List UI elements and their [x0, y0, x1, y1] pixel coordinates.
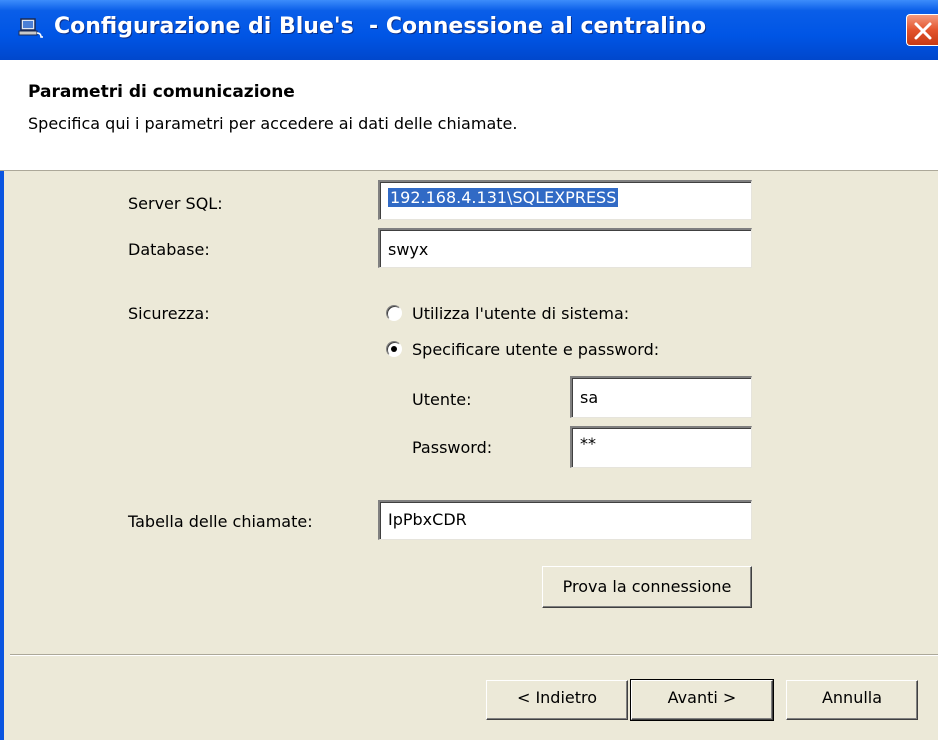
title-bar[interactable]: Configurazione di Blue's - Connessione a… — [0, 0, 938, 60]
cancel-button[interactable]: Annulla — [786, 680, 918, 720]
server-sql-label: Server SQL: — [128, 194, 223, 213]
test-connection-button[interactable]: Prova la connessione — [542, 566, 752, 608]
table-input[interactable]: IpPbxCDR — [378, 500, 752, 540]
database-label: Database: — [128, 240, 210, 259]
page-subtitle: Specifica qui i parametri per accedere a… — [28, 114, 518, 133]
footer-separator — [10, 654, 938, 656]
page-title: Parametri di comunicazione — [28, 82, 295, 102]
close-icon — [914, 22, 932, 40]
window-title: Configurazione di Blue's - Connessione a… — [54, 14, 707, 39]
next-button[interactable]: Avanti > — [630, 679, 774, 721]
radio-system-user[interactable] — [386, 305, 402, 321]
computer-icon — [18, 18, 44, 40]
database-input[interactable]: swyx — [378, 228, 752, 268]
radio-system-user-label[interactable]: Utilizza l'utente di sistema: — [412, 304, 629, 323]
radio-custom-user-label[interactable]: Specificare utente e password: — [412, 340, 659, 359]
user-input[interactable]: sa — [570, 376, 752, 418]
server-sql-input[interactable]: 192.168.4.131\SQLEXPRESS — [378, 180, 752, 220]
user-label: Utente: — [412, 390, 472, 409]
password-input[interactable]: ** — [570, 426, 752, 468]
password-label: Password: — [412, 438, 493, 457]
table-label: Tabella delle chiamate: — [128, 512, 313, 531]
back-button[interactable]: < Indietro — [486, 680, 628, 720]
radio-selected-dot — [391, 346, 397, 352]
radio-custom-user[interactable] — [386, 341, 402, 357]
close-button[interactable] — [906, 14, 938, 46]
security-label: Sicurezza: — [128, 304, 210, 323]
server-sql-value: 192.168.4.131\SQLEXPRESS — [388, 188, 619, 207]
